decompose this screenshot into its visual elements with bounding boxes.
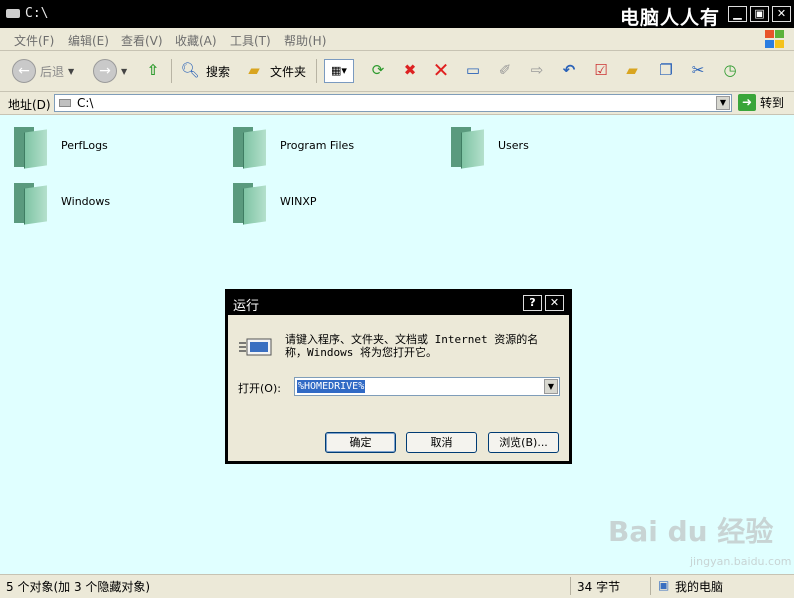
folder-name: WINXP [280,194,317,208]
folder-icon [449,123,484,169]
minimize-icon: ▁ [733,7,742,20]
folder-icon [231,179,266,225]
menu-edit[interactable]: 编辑(E) [68,32,109,49]
cut-icon[interactable]: ✂ [686,59,710,83]
chevron-down-icon[interactable]: ▼ [121,67,127,76]
move-to-icon[interactable]: ✐ [493,59,517,83]
search-icon: 🔍︎ [180,61,200,79]
copy-to-icon[interactable]: ⇨ [525,59,549,83]
run-dialog: 运行 ? ✕ 请键入程序、文件夹、文档或 Internet 资源的名称，Wind… [225,289,572,464]
status-size: 34 字节 [577,580,621,594]
folder-name: Program Files [280,138,355,152]
open-label: 打开(O): [238,382,281,395]
run-dialog-body: 请键入程序、文件夹、文档或 Internet 资源的名称，Windows 将为您… [228,315,569,461]
folder-item[interactable]: Users [449,123,529,169]
status-divider [650,577,651,595]
forward-arrow-icon: → [93,59,117,83]
views-icon[interactable]: ▦▾ [324,59,354,83]
search-button[interactable]: 🔍︎ 搜索 [178,57,230,85]
search-label: 搜索 [206,64,231,79]
properties-icon[interactable]: ▭ [461,59,485,83]
delete-icon[interactable]: ✕ [429,59,453,83]
menu-favorites[interactable]: 收藏(A) [175,32,217,49]
forward-button[interactable]: → ▼ [93,57,127,85]
toolbar-separator [171,59,172,83]
toolbar-separator [316,59,317,83]
folder-icon: ▰ [248,61,260,79]
menu-bar: 文件(F) 编辑(E) 查看(V) 收藏(A) 工具(T) 帮助(H) [0,28,794,51]
open-combobox[interactable]: %HOMEDRIVE% ▼ [294,377,560,396]
back-label: 后退 [40,64,65,79]
run-description: 请键入程序、文件夹、文档或 Internet 资源的名称，Windows 将为您… [285,333,539,359]
status-location: 我的电脑 [675,580,724,594]
undo-icon[interactable]: ↶ [557,59,581,83]
run-program-icon [239,338,272,356]
back-button[interactable]: ← 后退 ▼ [12,57,74,85]
close-button[interactable]: ✕ [772,6,791,22]
folder-item[interactable]: PerfLogs [12,123,108,169]
refresh-icon[interactable]: ⟳ [366,59,390,83]
address-label: 地址(D) [8,98,51,112]
go-arrow-icon: ➜ [738,94,756,111]
help-button[interactable]: ? [523,295,542,311]
status-divider [570,577,571,595]
baidu-watermark: Bai du 经验 [608,515,774,548]
folder-icon [231,123,266,169]
status-object-count: 5 个对象(加 3 个隐藏对象) [6,580,151,594]
maximize-button[interactable]: ▣ [750,6,769,22]
folder-item[interactable]: Program Files [231,123,355,169]
up-folder-icon[interactable]: ⇧ [141,59,165,83]
run-dialog-title: 运行 [233,299,260,314]
chevron-down-icon[interactable]: ▼ [68,67,74,76]
chevron-down-icon[interactable]: ▼ [716,96,730,110]
back-arrow-icon: ← [12,59,36,83]
menu-tools[interactable]: 工具(T) [230,32,271,49]
folder-name: Windows [61,194,111,208]
menu-help[interactable]: 帮助(H) [284,32,326,49]
folders-label: 文件夹 [270,64,307,79]
drive-icon [6,9,20,18]
checklist-icon[interactable]: ☑ [589,59,613,83]
folder-item[interactable]: Windows [12,179,111,225]
address-value: C:\ [77,96,94,110]
dialog-close-button[interactable]: ✕ [545,295,564,311]
title-bar[interactable]: C:\ 电脑人人有 ▁ ▣ ✕ [0,0,794,29]
go-button[interactable]: ➜ 转到 [738,94,784,111]
new-folder-icon[interactable]: ▰ [620,59,644,83]
explorer-window: C:\ 电脑人人有 ▁ ▣ ✕ 文件(F) 编辑(E) 查看(V) 收藏(A) … [0,0,794,598]
menu-view[interactable]: 查看(V) [121,32,163,49]
folders-button[interactable]: ▰ 文件夹 [242,57,306,85]
minimize-button[interactable]: ▁ [728,6,747,22]
baidu-watermark-url: jingyan.baidu.com [690,555,792,568]
maximize-icon: ▣ [754,7,765,20]
window-title: C:\ [25,6,49,21]
browse-button[interactable]: 浏览(B)... [488,432,559,453]
stop-icon[interactable]: ✖ [398,59,422,83]
menu-file[interactable]: 文件(F) [14,32,54,49]
folder-icon [12,179,47,225]
folder-name: Users [498,138,529,152]
folder-icon [12,123,47,169]
open-value: %HOMEDRIVE% [297,380,366,393]
windows-logo-icon [764,29,786,49]
run-dialog-title-bar[interactable]: 运行 ? ✕ [225,289,572,315]
address-bar: 地址(D) C:\ ▼ ➜ 转到 [0,92,794,115]
cancel-button[interactable]: 取消 [406,432,477,453]
chevron-down-icon[interactable]: ▼ [544,379,558,394]
watermark-text: 电脑人人有 [620,7,721,29]
folder-name: PerfLogs [61,138,108,152]
copy-icon[interactable]: ❐ [654,59,678,83]
history-icon[interactable]: ◷ [718,59,742,83]
close-icon: ✕ [776,7,787,20]
toolbar: ← 后退 ▼ → ▼ ⇧ 🔍︎ 搜索 ▰ 文件夹 ▦▾ ⟳ ✖ ✕ ▭ ✐ ⇨ … [0,51,794,92]
drive-icon [59,99,71,107]
address-input[interactable]: C:\ ▼ [54,94,732,112]
ok-button[interactable]: 确定 [325,432,396,453]
folder-item[interactable]: WINXP [231,179,317,225]
go-label: 转到 [760,96,785,110]
computer-icon: ▣ [658,578,670,592]
status-bar: 5 个对象(加 3 个隐藏对象) 34 字节 ▣ 我的电脑 [0,574,794,598]
